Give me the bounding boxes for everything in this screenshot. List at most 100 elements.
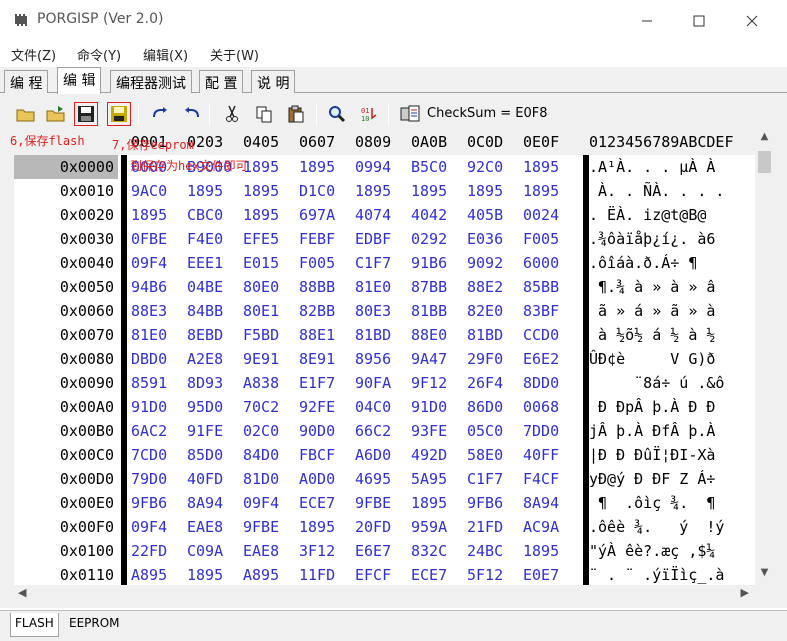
hex-cell[interactable]: A838 — [243, 371, 279, 395]
hex-cell[interactable]: AC9A — [523, 515, 559, 539]
hex-cell[interactable]: 8956 — [355, 347, 391, 371]
hex-cell[interactable]: E015 — [243, 251, 279, 275]
row-address[interactable]: 0x0100 — [14, 539, 118, 563]
hex-cell[interactable]: 04C0 — [355, 395, 391, 419]
hex-cell[interactable]: 1895 — [299, 155, 335, 179]
hex-cell[interactable]: 81BD — [467, 323, 503, 347]
hex-cell[interactable]: 40FF — [523, 443, 559, 467]
hex-cell[interactable]: A2E8 — [187, 347, 223, 371]
row-address[interactable]: 0x00C0 — [14, 443, 118, 467]
open-eeprom-button[interactable] — [44, 102, 68, 126]
hex-cell[interactable]: 82E0 — [467, 299, 503, 323]
row-address[interactable]: 0x0110 — [14, 563, 118, 585]
hex-cell[interactable]: 9FBE — [355, 491, 391, 515]
row-address[interactable]: 0x00B0 — [14, 419, 118, 443]
ascii-cell[interactable]: ¨ . ¨ .ýïÏìç_.à — [589, 563, 774, 585]
ascii-cell[interactable]: .¾ôàïåþ¿í¿. à6 — [589, 227, 774, 251]
ascii-cell[interactable]: ÛÐ¢è V G)ð — [589, 347, 774, 371]
hex-cell[interactable]: 86D0 — [467, 395, 503, 419]
hex-cell[interactable]: 81BB — [411, 299, 447, 323]
hex-cell[interactable]: 1895 — [299, 515, 335, 539]
hex-cell[interactable]: 1895 — [131, 203, 167, 227]
ascii-cell[interactable]: yÐ@ý Ð ÐF Z Á÷ — [589, 467, 774, 491]
scroll-left-icon[interactable]: ◀ — [18, 586, 26, 599]
hex-cell[interactable]: 1895 — [187, 179, 223, 203]
hex-cell[interactable]: 4042 — [411, 203, 447, 227]
hex-cell[interactable]: 82BB — [299, 299, 335, 323]
tab-program[interactable]: 编 程 — [4, 70, 49, 93]
close-button[interactable] — [727, 0, 777, 42]
hex-cell[interactable]: 90FA — [355, 371, 391, 395]
hex-cell[interactable]: 8D93 — [187, 371, 223, 395]
hex-cell[interactable]: A6D0 — [355, 443, 391, 467]
tab-flash[interactable]: FLASH — [10, 613, 59, 637]
hex-cell[interactable]: 8A94 — [523, 491, 559, 515]
hex-cell[interactable]: EEE1 — [187, 251, 223, 275]
hex-cell[interactable]: 8EBD — [187, 323, 223, 347]
hex-cell[interactable]: 1895 — [467, 179, 503, 203]
hex-cell[interactable]: 1895 — [243, 179, 279, 203]
hex-cell[interactable]: 04BE — [187, 275, 223, 299]
hex-cell[interactable]: E6E7 — [355, 539, 391, 563]
hex-cell[interactable]: 02C0 — [243, 419, 279, 443]
ascii-cell[interactable]: jÂ þ.À ÐfÂ þ.À — [589, 419, 774, 443]
hex-cell[interactable]: 24BC — [467, 539, 503, 563]
hex-cell[interactable]: EFE5 — [243, 227, 279, 251]
hex-cell[interactable]: 0292 — [411, 227, 447, 251]
hex-cell[interactable]: EFCF — [355, 563, 391, 585]
tab-programmer-test[interactable]: 编程器测试 — [110, 70, 192, 93]
hex-cell[interactable]: 92FE — [299, 395, 335, 419]
hex-cell[interactable]: 405B — [467, 203, 503, 227]
hex-editor[interactable]: 0001 0203 0405 0607 0809 0A0B 0C0D 0E0F … — [14, 129, 774, 585]
hex-cell[interactable]: 1895 — [187, 563, 223, 585]
find-button[interactable] — [325, 102, 349, 126]
hex-cell[interactable]: F005 — [299, 251, 335, 275]
hex-cell[interactable]: 1895 — [355, 179, 391, 203]
hex-cell[interactable]: B5C0 — [411, 155, 447, 179]
hex-cell[interactable]: 0994 — [355, 155, 391, 179]
hex-cell[interactable]: 1895 — [243, 155, 279, 179]
hex-cell[interactable]: 70C2 — [243, 395, 279, 419]
hex-cell[interactable]: ECE7 — [411, 563, 447, 585]
hex-cell[interactable]: F4E0 — [187, 227, 223, 251]
hex-cell[interactable]: 8591 — [131, 371, 167, 395]
row-address[interactable]: 0x0000 — [14, 155, 118, 179]
ascii-cell[interactable]: .A¹À. . . µÀ À — [589, 155, 774, 179]
hex-cell[interactable]: 29F0 — [467, 347, 503, 371]
hex-cell[interactable]: 81E0 — [355, 275, 391, 299]
ascii-cell[interactable]: À. . ÑÀ. . . . — [589, 179, 774, 203]
hex-cell[interactable]: 80E1 — [243, 299, 279, 323]
hex-cell[interactable]: 88E1 — [299, 323, 335, 347]
scroll-down-icon[interactable]: ▼ — [755, 567, 774, 581]
hex-cell[interactable]: 88E2 — [467, 275, 503, 299]
ascii-cell[interactable]: .ôîáà.ð.Á÷ ¶ — [589, 251, 774, 275]
row-address[interactable]: 0x0010 — [14, 179, 118, 203]
menu-edit[interactable]: 编辑(X) — [143, 45, 188, 64]
row-address[interactable]: 0x00E0 — [14, 491, 118, 515]
cut-button[interactable] — [220, 102, 244, 126]
copy-button[interactable] — [252, 102, 276, 126]
ascii-cell[interactable]: ¨8á÷ ú .&ô — [589, 371, 774, 395]
hex-cell[interactable]: 5F12 — [467, 563, 503, 585]
hex-cell[interactable]: 9E91 — [243, 347, 279, 371]
hex-cell[interactable]: EAE8 — [187, 515, 223, 539]
row-address[interactable]: 0x0020 — [14, 203, 118, 227]
row-address[interactable]: 0x0090 — [14, 371, 118, 395]
hex-cell[interactable]: 1895 — [243, 203, 279, 227]
hex-cell[interactable]: 83BF — [523, 299, 559, 323]
hex-cell[interactable]: FEBF — [299, 227, 335, 251]
ascii-cell[interactable]: |Ð Ð ÐûÏ¦ÐI-Xà — [589, 443, 774, 467]
hex-cell[interactable]: 832C — [411, 539, 447, 563]
hex-cell[interactable]: 88E3 — [131, 299, 167, 323]
hex-cell[interactable]: 9FB6 — [131, 491, 167, 515]
hex-cell[interactable]: 492D — [411, 443, 447, 467]
redo-button[interactable] — [148, 102, 172, 126]
ascii-cell[interactable]: à ½õ½ á ½ à ½ — [589, 323, 774, 347]
row-address[interactable]: 0x0070 — [14, 323, 118, 347]
hex-cell[interactable]: 88E0 — [411, 323, 447, 347]
row-address[interactable]: 0x00A0 — [14, 395, 118, 419]
hex-cell[interactable]: 81E0 — [131, 323, 167, 347]
hex-cell[interactable]: 09F4 — [131, 515, 167, 539]
hex-cell[interactable]: F5BD — [243, 323, 279, 347]
hex-cell[interactable]: 26F4 — [467, 371, 503, 395]
